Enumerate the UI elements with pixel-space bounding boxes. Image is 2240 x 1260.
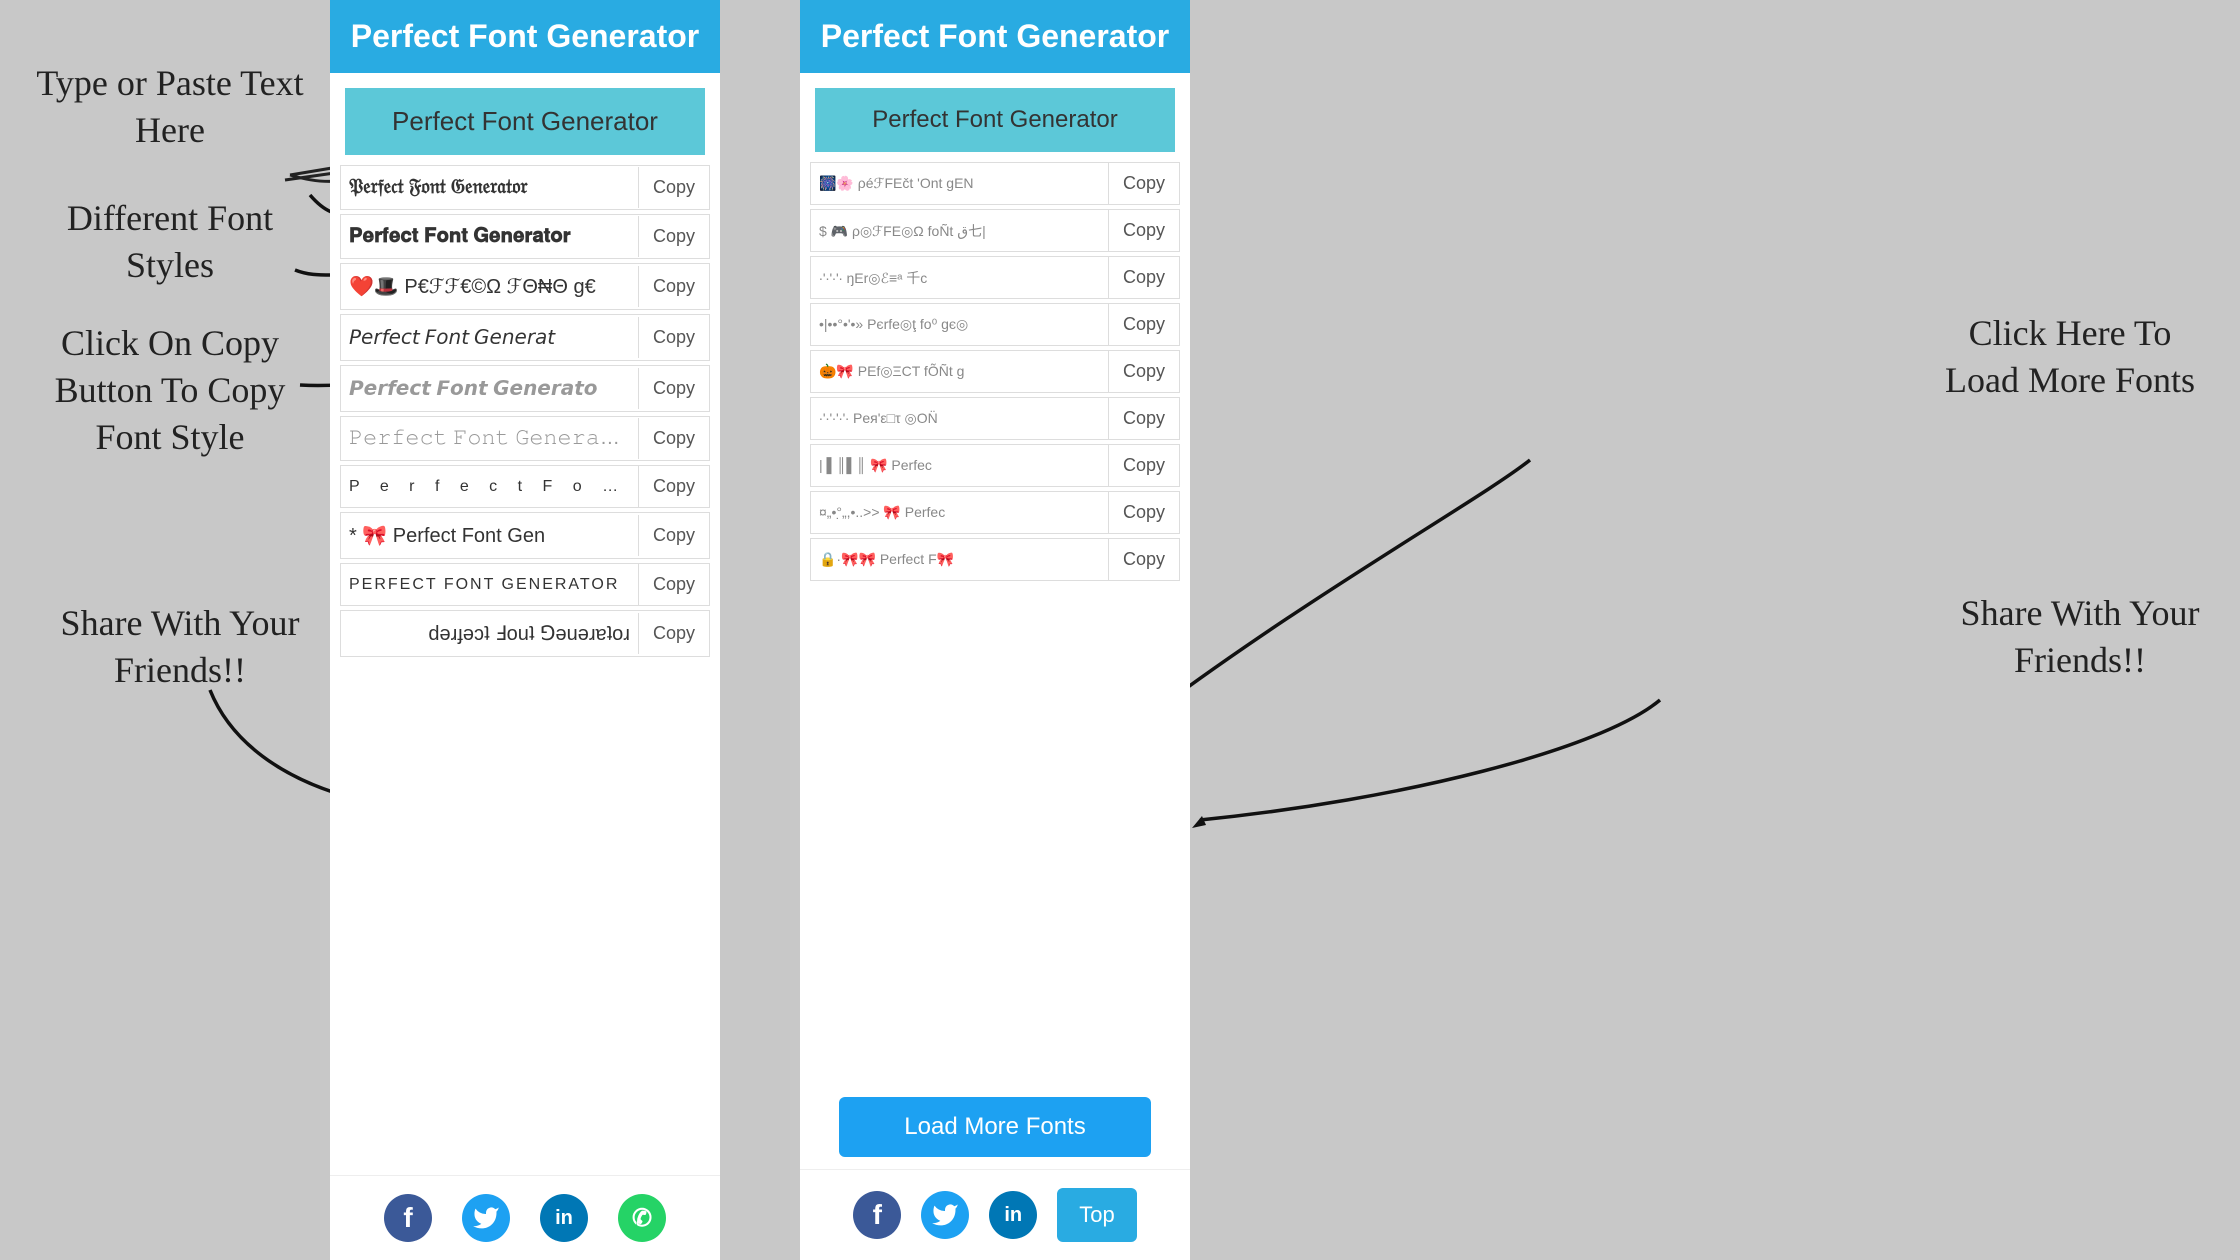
facebook-share-button-right[interactable]: f	[853, 1191, 901, 1239]
left-panel-header: Perfect Font Generator	[330, 0, 720, 73]
font-text: 𝐏𝐞𝐫𝐟𝐞𝐜𝐭 𝐅𝐨𝐧𝐭 𝐆𝐞𝐧𝐞𝐫𝐚𝐭𝐨𝐫	[341, 215, 638, 258]
copy-button[interactable]: Copy	[638, 515, 709, 556]
annotation-click-copy: Click On Copy Button To Copy Font Style	[20, 320, 320, 460]
annotation-share-left: Share With Your Friends!!	[40, 600, 320, 694]
table-row: 🔒·🎀🎀 Perfect F🎀 Copy	[810, 538, 1180, 581]
copy-button[interactable]: Copy	[638, 466, 709, 507]
font-text: 𝘗𝘦𝘳𝘧𝘦𝘤𝘵 𝘍𝘰𝘯𝘵 𝘎𝘦𝘯𝘦𝘳𝘢𝘵	[341, 315, 638, 360]
table-row: 𝙋𝙚𝙧𝙛𝙚𝙘𝙩 𝙁𝙤𝙣𝙩 𝙂𝙚𝙣𝙚𝙧𝙖𝙩𝙤 Copy	[340, 365, 710, 412]
load-more-button[interactable]: Load More Fonts	[839, 1097, 1151, 1157]
right-share-bar: f in Top	[800, 1169, 1190, 1260]
font-text: 🎃🎀 ΡEf◎ΞCT fÕÑt g	[811, 353, 1108, 390]
copy-button[interactable]: Copy	[638, 266, 709, 307]
annotation-share-right: Share With Your Friends!!	[1950, 590, 2210, 684]
right-panel-header: Perfect Font Generator	[800, 0, 1190, 73]
table-row: ❤️🎩 Ρ€ℱℱ€©Ω ℱΘ₦Θ g€ Copy	[340, 263, 710, 310]
top-button[interactable]: Top	[1057, 1188, 1136, 1242]
table-row: | ▌║▌║ 🎀 Perfec Copy	[810, 444, 1180, 487]
linkedin-share-button[interactable]: in	[540, 1194, 588, 1242]
copy-button[interactable]: Copy	[638, 317, 709, 358]
copy-button[interactable]: Copy	[638, 613, 709, 654]
table-row: 𝔓𝔢𝔯𝔣𝔢𝔠𝔱 𝔉𝔬𝔫𝔱 𝔊𝔢𝔫𝔢𝔯𝔞𝔱𝔬𝔯 Copy	[340, 165, 710, 210]
table-row: ɹoʇɐɹǝuǝ⅁ ʇuoℲ ʇɔǝɟɹǝd Copy	[340, 610, 710, 657]
twitter-share-button[interactable]	[462, 1194, 510, 1242]
copy-button[interactable]: Copy	[1108, 304, 1179, 345]
copy-button[interactable]: Copy	[1108, 492, 1179, 533]
copy-button[interactable]: Copy	[1108, 351, 1179, 392]
copy-button[interactable]: Copy	[1108, 257, 1179, 298]
copy-button[interactable]: Copy	[638, 368, 709, 409]
font-text: 🎆🌸 ρéℱFEčt 'Ont gEN	[811, 165, 1108, 202]
font-text: ɹoʇɐɹǝuǝ⅁ ʇuoℲ ʇɔǝɟɹǝd	[341, 611, 638, 656]
left-share-bar: f in ✆	[330, 1175, 720, 1260]
copy-button[interactable]: Copy	[1108, 398, 1179, 439]
font-text: •|••°•'•» Ρєrfe◎ţ fo⁰ gє◎	[811, 306, 1108, 343]
font-text: ∙'∙'∙'∙ ŋEr◎ℰ≡ᵃ 千c	[811, 258, 1108, 298]
whatsapp-share-button[interactable]: ✆	[618, 1194, 666, 1242]
font-text: ¤„•°̣„,•..>> 🎀 Perfec	[811, 494, 1108, 531]
copy-button[interactable]: Copy	[638, 216, 709, 257]
copy-button[interactable]: Copy	[638, 564, 709, 605]
left-panel: Perfect Font Generator 𝔓𝔢𝔯𝔣𝔢𝔠𝔱 𝔉𝔬𝔫𝔱 𝔊𝔢𝔫𝔢…	[330, 0, 720, 1260]
annotation-type-paste: Type or Paste Text Here	[30, 60, 310, 154]
table-row: 🎃🎀 ΡEf◎ΞCT fÕÑt g Copy	[810, 350, 1180, 393]
table-row: PERFECT FONT GENERATOR Copy	[340, 563, 710, 606]
font-text: 𝙿𝚎𝚛𝚏𝚎𝚌𝚝 𝙵𝚘𝚗𝚝 𝙶𝚎𝚗𝚎𝚛𝚊𝚝𝚘𝚛	[341, 417, 638, 460]
font-text: 𝔓𝔢𝔯𝔣𝔢𝔠𝔱 𝔉𝔬𝔫𝔱 𝔊𝔢𝔫𝔢𝔯𝔞𝔱𝔬𝔯	[341, 166, 638, 209]
right-font-list: 🎆🌸 ρéℱFEčt 'Ont gEN Copy $ 🎮 ρ◎ℱFE◎Ω foÑ…	[800, 162, 1190, 1085]
table-row: ∙'∙'∙'∙'∙ Ρея'ε□τ ◎ON̈ Copy	[810, 397, 1180, 440]
left-font-list: 𝔓𝔢𝔯𝔣𝔢𝔠𝔱 𝔉𝔬𝔫𝔱 𝔊𝔢𝔫𝔢𝔯𝔞𝔱𝔬𝔯 Copy 𝐏𝐞𝐫𝐟𝐞𝐜𝐭 𝐅𝐨𝐧𝐭…	[330, 165, 720, 1175]
right-panel: Perfect Font Generator Perfect Font Gene…	[800, 0, 1190, 1260]
table-row: 𝙿𝚎𝚛𝚏𝚎𝚌𝚝 𝙵𝚘𝚗𝚝 𝙶𝚎𝚗𝚎𝚛𝚊𝚝𝚘𝚛 Copy	[340, 416, 710, 461]
table-row: $ 🎮 ρ◎ℱFE◎Ω foÑt ق七| Copy	[810, 209, 1180, 252]
facebook-share-button[interactable]: f	[384, 1194, 432, 1242]
table-row: P e r f e c t F o n t Copy	[340, 465, 710, 508]
linkedin-share-button-right[interactable]: in	[989, 1191, 1037, 1239]
left-panel-input[interactable]	[345, 88, 705, 155]
table-row: 𝘗𝘦𝘳𝘧𝘦𝘤𝘵 𝘍𝘰𝘯𝘵 𝘎𝘦𝘯𝘦𝘳𝘢𝘵 Copy	[340, 314, 710, 361]
twitter-share-button-right[interactable]	[921, 1191, 969, 1239]
table-row: * 🎀 Perfect Fᴏnt Gen Copy	[340, 512, 710, 559]
table-row: •|••°•'•» Ρєrfe◎ţ fo⁰ gє◎ Copy	[810, 303, 1180, 346]
copy-button[interactable]: Copy	[638, 167, 709, 208]
font-text: $ 🎮 ρ◎ℱFE◎Ω foÑt ق七|	[811, 211, 1108, 251]
copy-button[interactable]: Copy	[1108, 163, 1179, 204]
copy-button[interactable]: Copy	[1108, 445, 1179, 486]
copy-button[interactable]: Copy	[1108, 210, 1179, 251]
copy-button[interactable]: Copy	[1108, 539, 1179, 580]
copy-button[interactable]: Copy	[638, 418, 709, 459]
font-text: ❤️🎩 Ρ€ℱℱ€©Ω ℱΘ₦Θ g€	[341, 264, 638, 309]
annotation-font-styles: Different Font Styles	[30, 195, 310, 289]
font-text: P e r f e c t F o n t	[341, 468, 638, 506]
right-panel-input-display: Perfect Font Generator	[815, 88, 1175, 152]
table-row: 𝐏𝐞𝐫𝐟𝐞𝐜𝐭 𝐅𝐨𝐧𝐭 𝐆𝐞𝐧𝐞𝐫𝐚𝐭𝐨𝐫 Copy	[340, 214, 710, 259]
annotation-load-more: Click Here To Load More Fonts	[1930, 310, 2210, 404]
table-row: ¤„•°̣„,•..>> 🎀 Perfec Copy	[810, 491, 1180, 534]
font-text: * 🎀 Perfect Fᴏnt Gen	[341, 513, 638, 558]
table-row: ∙'∙'∙'∙ ŋEr◎ℰ≡ᵃ 千c Copy	[810, 256, 1180, 299]
table-row: 🎆🌸 ρéℱFEčt 'Ont gEN Copy	[810, 162, 1180, 205]
font-text: ∙'∙'∙'∙'∙ Ρея'ε□τ ◎ON̈	[811, 400, 1108, 437]
font-text: 𝙋𝙚𝙧𝙛𝙚𝙘𝙩 𝙁𝙤𝙣𝙩 𝙂𝙚𝙣𝙚𝙧𝙖𝙩𝙤	[341, 366, 638, 411]
font-text: PERFECT FONT GENERATOR	[341, 566, 638, 604]
font-text: 🔒·🎀🎀 Perfect F🎀	[811, 541, 1108, 578]
font-text: | ▌║▌║ 🎀 Perfec	[811, 447, 1108, 484]
